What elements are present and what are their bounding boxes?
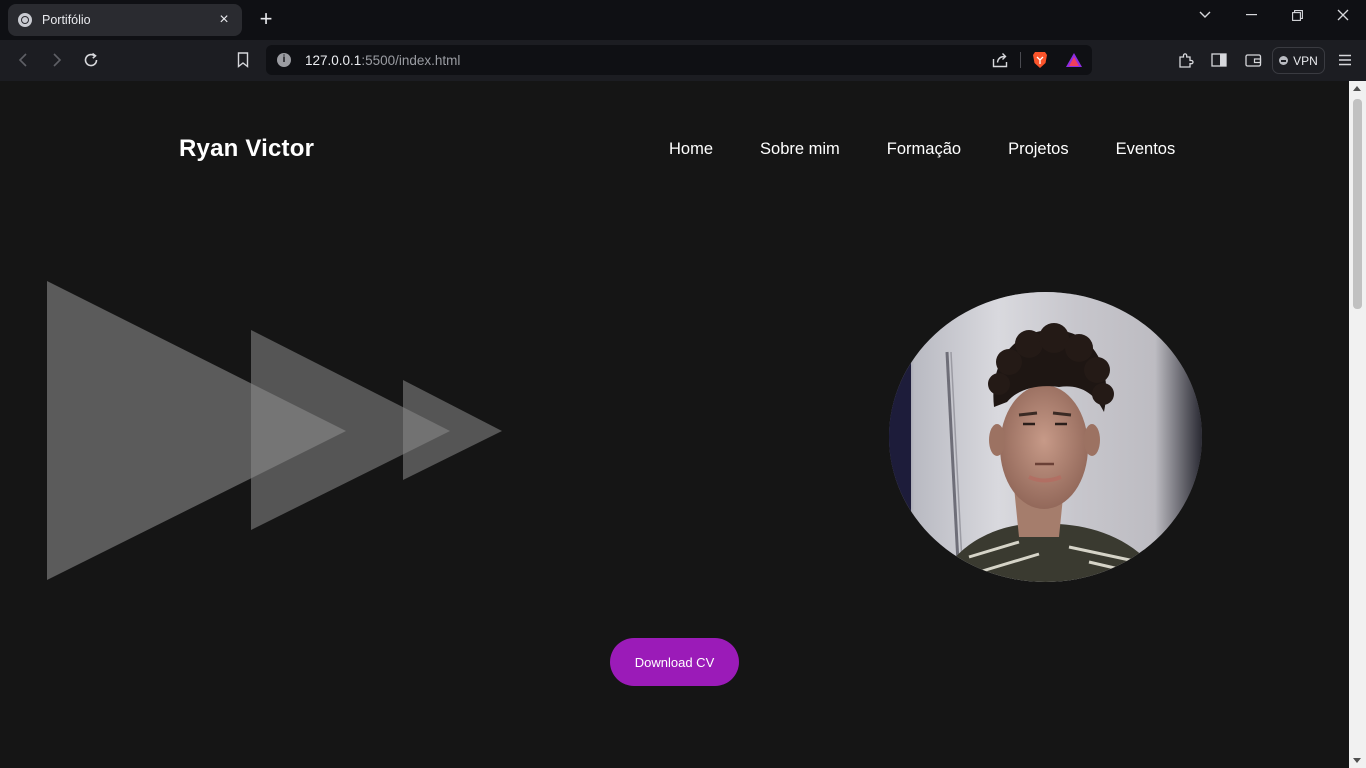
bookmark-icon[interactable] (231, 48, 255, 72)
scroll-down-icon[interactable] (1353, 758, 1361, 763)
tab-search-chevron-icon[interactable] (1182, 0, 1228, 30)
url-divider (1020, 52, 1021, 68)
new-tab-button[interactable]: + (255, 8, 277, 30)
globe-icon (18, 13, 32, 27)
share-icon[interactable] (991, 51, 1009, 69)
vpn-status-icon (1279, 56, 1289, 65)
nav-sobre-mim[interactable]: Sobre mim (760, 140, 840, 159)
scroll-thumb[interactable] (1353, 99, 1362, 309)
scroll-up-icon[interactable] (1353, 86, 1361, 91)
reload-icon[interactable] (79, 48, 103, 72)
nav-eventos[interactable]: Eventos (1116, 140, 1176, 159)
nav-formacao[interactable]: Formação (887, 140, 961, 159)
extensions-icon[interactable] (1177, 51, 1195, 69)
nav-projetos[interactable]: Projetos (1008, 140, 1069, 159)
browser-titlebar: Portifólio × + (0, 0, 1366, 40)
brave-shields-icon[interactable] (1031, 51, 1049, 69)
menu-icon[interactable] (1336, 51, 1354, 69)
triangle-small (403, 380, 502, 480)
vpn-label: VPN (1293, 53, 1318, 68)
page-scrollbar[interactable] (1349, 81, 1366, 768)
address-bar[interactable]: i 127.0.0.1:5500/index.html (266, 45, 1092, 75)
site-brand[interactable]: Ryan Victor (179, 135, 314, 163)
back-icon[interactable] (11, 48, 35, 72)
main-nav: Home Sobre mim Formação Projetos Eventos (669, 140, 1175, 159)
close-window-button[interactable] (1320, 0, 1366, 30)
browser-tab[interactable]: Portifólio × (8, 4, 242, 36)
nav-home[interactable]: Home (669, 140, 713, 159)
restore-button[interactable] (1274, 0, 1320, 30)
site-info-icon[interactable]: i (277, 53, 291, 67)
tab-close-icon[interactable]: × (216, 11, 232, 29)
tab-title: Portifólio (42, 13, 91, 27)
profile-photo (889, 292, 1202, 582)
brave-rewards-icon[interactable] (1065, 51, 1083, 69)
minimize-button[interactable] (1228, 0, 1274, 30)
wallet-icon[interactable] (1244, 51, 1262, 69)
sidebar-icon[interactable] (1210, 51, 1228, 69)
page-viewport: Ryan Victor Home Sobre mim Formação Proj… (0, 81, 1349, 768)
address-url: 127.0.0.1:5500/index.html (305, 52, 461, 68)
download-cv-button[interactable]: Download CV (610, 638, 739, 686)
decorative-triangles (47, 281, 502, 580)
forward-icon[interactable] (45, 48, 69, 72)
vpn-button[interactable]: VPN (1272, 47, 1325, 74)
